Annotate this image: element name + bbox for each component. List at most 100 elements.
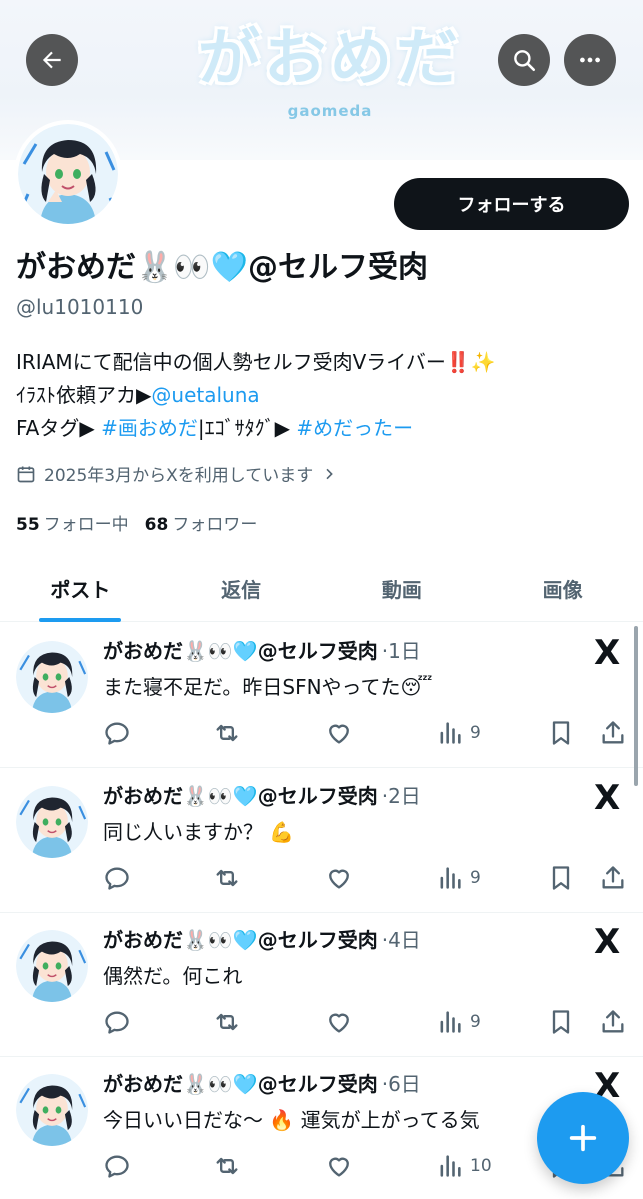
reply-button[interactable] xyxy=(103,713,131,753)
avatar-illustration xyxy=(16,930,88,1002)
following-link[interactable]: 55 フォロー中 xyxy=(16,510,129,535)
post-text: 今日いい日だな～ 🔥 運気が上がってる気 xyxy=(103,1108,480,1132)
bar-chart-icon xyxy=(440,867,461,889)
reply-icon xyxy=(105,867,129,890)
more-button[interactable] xyxy=(564,34,616,86)
search-button[interactable] xyxy=(498,34,550,86)
post-author-name[interactable]: がおめだ🐰👀🩵@セルフ受肉 xyxy=(103,1068,378,1097)
tab-replies[interactable]: 返信 xyxy=(161,556,322,621)
profile-avatar[interactable] xyxy=(14,120,122,228)
reply-button[interactable] xyxy=(103,858,131,898)
post-timestamp[interactable]: ·2日 xyxy=(382,780,421,809)
post-author-name[interactable]: がおめだ🐰👀🩵@セルフ受肉 xyxy=(103,635,378,664)
reply-button[interactable] xyxy=(103,1146,131,1186)
post-timestamp[interactable]: ·1日 xyxy=(382,635,421,664)
post-timestamp[interactable]: ·6日 xyxy=(382,1068,421,1097)
joined-date[interactable]: 2025年3月からXを利用しています xyxy=(16,461,337,486)
bio-hashtag-link-1[interactable]: #画おめだ xyxy=(101,416,198,440)
bookmark-button[interactable] xyxy=(547,858,575,898)
heart-icon xyxy=(329,724,349,744)
bio-hashtag-link-2[interactable]: #めだったー xyxy=(296,416,413,440)
follow-button[interactable]: フォローする xyxy=(394,178,629,230)
profile-tabs: ポスト 返信 動画 画像 xyxy=(0,556,643,622)
post-header: がおめだ🐰👀🩵@セルフ受肉 ·4日 xyxy=(103,924,421,953)
views-count: 10 xyxy=(470,1156,492,1176)
share-icon xyxy=(602,1010,624,1033)
post-text: 同じ人いますか？ 💪 xyxy=(103,820,295,844)
followers-label: フォロワー xyxy=(172,515,258,535)
joined-text: 2025年3月からXを利用しています xyxy=(44,466,314,486)
post-avatar[interactable] xyxy=(16,641,88,713)
post-item[interactable]: がおめだ🐰👀🩵@セルフ受肉 ·1日 X また寝不足だ。昨日SFNやってた😴 9 xyxy=(0,623,643,768)
like-button[interactable] xyxy=(325,1146,353,1186)
tab-images[interactable]: 画像 xyxy=(482,556,643,621)
heart-icon xyxy=(329,1157,349,1177)
tab-posts[interactable]: ポスト xyxy=(0,556,161,621)
repost-button[interactable] xyxy=(213,1146,241,1186)
repost-button[interactable] xyxy=(213,1002,241,1042)
share-button[interactable] xyxy=(599,1002,627,1042)
banner-logo-subtext: gaomeda xyxy=(287,102,373,120)
x-logo-icon: X xyxy=(594,922,621,962)
more-icon xyxy=(580,57,600,63)
post-avatar[interactable] xyxy=(16,1074,88,1146)
bookmark-icon xyxy=(552,866,570,890)
back-button[interactable] xyxy=(26,34,78,86)
heart-icon xyxy=(329,869,349,889)
post-header: がおめだ🐰👀🩵@セルフ受肉 ·6日 xyxy=(103,1068,421,1097)
reply-icon xyxy=(105,1155,129,1178)
share-icon xyxy=(602,866,624,889)
bio-line-3-text: FAタグ▶ xyxy=(16,416,102,440)
repost-button[interactable] xyxy=(213,858,241,898)
following-label: フォロー中 xyxy=(43,515,129,535)
like-button[interactable] xyxy=(325,858,353,898)
bookmark-button[interactable] xyxy=(547,713,575,753)
bookmark-button[interactable] xyxy=(547,1002,575,1042)
post-item[interactable]: がおめだ🐰👀🩵@セルフ受肉 ·2日 X 同じ人いますか？ 💪 9 xyxy=(0,768,643,913)
tab-videos[interactable]: 動画 xyxy=(322,556,483,621)
views-button[interactable]: 9 xyxy=(436,713,481,753)
profile-handle: @lu1010110 xyxy=(16,295,144,319)
post-avatar[interactable] xyxy=(16,930,88,1002)
scrollbar[interactable] xyxy=(634,626,638,786)
followers-count: 68 xyxy=(144,515,169,535)
bar-chart-icon xyxy=(440,722,461,744)
avatar-illustration xyxy=(18,124,118,224)
post-actions: 9 xyxy=(103,858,633,898)
bookmark-icon xyxy=(552,1010,570,1034)
views-count: 9 xyxy=(470,1012,481,1032)
bio-mention-link[interactable]: @uetaluna xyxy=(151,383,259,407)
repost-button[interactable] xyxy=(213,713,241,753)
views-button[interactable]: 9 xyxy=(436,858,481,898)
share-button[interactable] xyxy=(599,858,627,898)
like-button[interactable] xyxy=(325,713,353,753)
banner-logo: がおめだ gaomeda xyxy=(140,8,520,133)
arrow-left-icon xyxy=(42,51,61,69)
avatar-illustration xyxy=(16,786,88,858)
share-button[interactable] xyxy=(599,713,627,753)
post-timestamp[interactable]: ·4日 xyxy=(382,924,421,953)
post-text: また寝不足だ。昨日SFNやってた😴 xyxy=(103,675,433,699)
post-avatar[interactable] xyxy=(16,786,88,858)
views-button[interactable]: 9 xyxy=(436,1002,481,1042)
post-item[interactable]: がおめだ🐰👀🩵@セルフ受肉 ·4日 X 偶然だ。何これ 9 xyxy=(0,912,643,1057)
reply-button[interactable] xyxy=(103,1002,131,1042)
post-author-name[interactable]: がおめだ🐰👀🩵@セルフ受肉 xyxy=(103,780,378,809)
calendar-icon xyxy=(17,466,35,482)
reply-icon xyxy=(105,1011,129,1034)
search-icon xyxy=(514,50,536,72)
views-count: 9 xyxy=(470,868,481,888)
chevron-right-icon xyxy=(326,468,334,479)
followers-link[interactable]: 68 フォロワー xyxy=(145,510,258,535)
post-author-name[interactable]: がおめだ🐰👀🩵@セルフ受肉 xyxy=(103,924,378,953)
avatar-illustration xyxy=(16,1074,88,1146)
follow-counts: 55 フォロー中 68 フォロワー xyxy=(16,510,257,535)
compose-post-button[interactable] xyxy=(537,1092,629,1184)
profile-name: がおめだ🐰👀🩵@セルフ受肉 xyxy=(16,250,429,285)
reply-icon xyxy=(105,722,129,745)
views-button[interactable]: 10 xyxy=(436,1146,492,1186)
plus-icon xyxy=(569,1124,597,1152)
x-logo-icon: X xyxy=(594,633,621,673)
post-header: がおめだ🐰👀🩵@セルフ受肉 ·1日 xyxy=(103,635,421,664)
like-button[interactable] xyxy=(325,1002,353,1042)
